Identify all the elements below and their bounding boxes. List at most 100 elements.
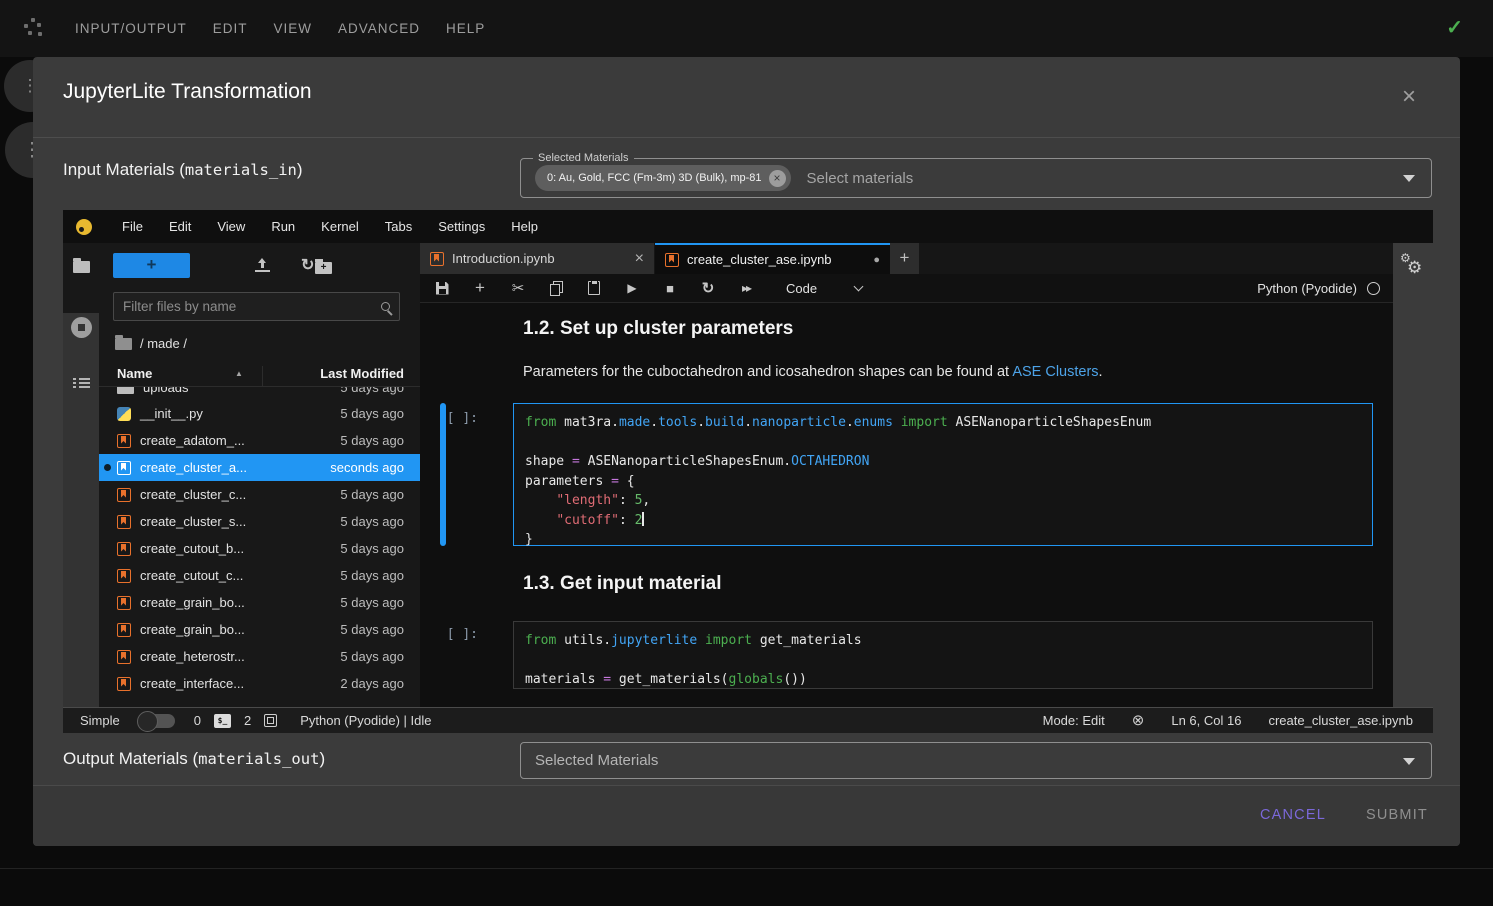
notebook-icon	[117, 650, 131, 664]
dialog-side-strip: ⚙ ⚙	[1393, 243, 1433, 707]
file-row[interactable]: create_cluster_c... 5 days ago	[99, 481, 420, 508]
jmenu-kernel[interactable]: Kernel	[308, 219, 372, 234]
code-cell[interactable]: from utils.jupyterlite import get_materi…	[513, 621, 1373, 689]
file-row[interactable]: create_grain_bo... 5 days ago	[99, 589, 420, 616]
cursor-position[interactable]: Ln 6, Col 16	[1171, 713, 1241, 728]
cut-cell-button[interactable]: ✂	[510, 279, 526, 297]
input-materials-select[interactable]: Selected Materials 0: Au, Gold, FCC (Fm-…	[520, 158, 1432, 198]
cell-type-dropdown[interactable]: Code	[786, 281, 862, 296]
kernel-chip-icon	[264, 714, 277, 727]
file-row[interactable]: uploads 5 days ago	[99, 387, 420, 400]
jmenu-help[interactable]: Help	[498, 219, 551, 234]
output-materials-label: Output Materials (materials_out)	[63, 749, 325, 769]
file-row-selected[interactable]: create_cluster_a... seconds ago	[99, 454, 420, 481]
menu-view[interactable]: VIEW	[274, 21, 313, 36]
edit-mode-indicator: Mode: Edit	[1043, 713, 1105, 728]
app-bar: INPUT/OUTPUT EDIT VIEW ADVANCED HELP ✓	[0, 0, 1493, 57]
field-label: Selected Materials	[533, 152, 634, 165]
file-filter[interactable]	[113, 292, 400, 321]
notebook-icon	[117, 434, 131, 448]
kernel-indicator[interactable]: Python (Pyodide)	[1257, 281, 1393, 296]
copy-cell-button[interactable]	[548, 281, 564, 295]
close-tab-icon[interactable]: ×	[635, 250, 644, 268]
chevron-down-icon[interactable]	[1403, 175, 1415, 182]
notebook-icon	[117, 677, 131, 691]
unsaved-dot-icon[interactable]: ●	[873, 254, 880, 266]
notebook-icon	[117, 515, 131, 529]
kernels-count[interactable]: 2	[244, 713, 251, 728]
file-row[interactable]: create_grain_bo... 5 days ago	[99, 616, 420, 643]
column-last-modified[interactable]: Last Modified	[262, 366, 404, 387]
file-row[interactable]: create_cutout_c... 5 days ago	[99, 562, 420, 589]
check-icon[interactable]: ✓	[1446, 15, 1463, 40]
tab-create-cluster-ase[interactable]: create_cluster_ase.ipynb ●	[655, 243, 890, 274]
running-kernels-tab[interactable]	[63, 317, 99, 338]
file-row[interactable]: create_heterostr... 5 days ago	[99, 643, 420, 670]
breadcrumb[interactable]: / made /	[115, 336, 187, 351]
interrupt-kernel-button[interactable]: ■	[662, 281, 678, 296]
simple-mode-toggle[interactable]	[139, 714, 175, 728]
activity-bar	[63, 243, 99, 707]
sort-asc-icon[interactable]: ▲	[235, 369, 243, 378]
column-name[interactable]: Name	[117, 366, 152, 381]
notebook-icon	[117, 623, 131, 637]
jupyterlite-logo-icon	[76, 219, 92, 235]
jmenu-file[interactable]: File	[109, 219, 156, 234]
app-logo-icon[interactable]	[24, 18, 46, 38]
cancel-button[interactable]: CANCEL	[1260, 807, 1326, 823]
file-filter-input[interactable]	[123, 299, 381, 314]
notebook-icon	[117, 569, 131, 583]
chevron-down-icon[interactable]	[1403, 758, 1415, 765]
upload-icon	[255, 258, 270, 272]
terminal-icon: $_	[214, 714, 231, 728]
kernel-status-text[interactable]: Python (Pyodide) | Idle	[300, 713, 431, 728]
code-cell-active[interactable]: from mat3ra.made.tools.build.nanoparticl…	[513, 403, 1373, 546]
trust-shield-icon[interactable]: ⊗	[1132, 714, 1145, 728]
notebook-icon	[117, 542, 131, 556]
notebook-icon	[430, 252, 444, 266]
menu-edit[interactable]: EDIT	[213, 21, 248, 36]
menu-help[interactable]: HELP	[446, 21, 485, 36]
restart-kernel-button[interactable]: ↻	[700, 279, 716, 297]
save-button[interactable]	[434, 282, 450, 295]
material-chip[interactable]: 0: Au, Gold, FCC (Fm-3m) 3D (Bulk), mp-8…	[535, 165, 791, 191]
refresh-icon: ↻	[301, 257, 314, 274]
new-launcher-button[interactable]: +	[113, 253, 190, 278]
file-row[interactable]: __init__.py 5 days ago	[99, 400, 420, 427]
jmenu-view[interactable]: View	[204, 219, 258, 234]
table-of-contents-tab[interactable]	[63, 377, 99, 389]
notebook-toolbar: + ✂ ▶ ■ ↻ ▸▸ Code Python (Pyodid	[420, 274, 1393, 303]
new-folder-button[interactable]: +	[207, 258, 224, 274]
new-tab-button[interactable]: +	[890, 243, 919, 274]
running-icon	[71, 317, 92, 338]
jmenu-settings[interactable]: Settings	[425, 219, 498, 234]
file-row[interactable]: create_adatom_... 5 days ago	[99, 427, 420, 454]
menu-input-output[interactable]: INPUT/OUTPUT	[75, 21, 187, 36]
ase-clusters-link[interactable]: ASE Clusters	[1012, 364, 1098, 380]
file-row[interactable]: create_cutout_b... 5 days ago	[99, 535, 420, 562]
material-chip-label: 0: Au, Gold, FCC (Fm-3m) 3D (Bulk), mp-8…	[547, 172, 762, 184]
upload-button[interactable]	[255, 258, 270, 275]
add-cell-button[interactable]: +	[472, 278, 488, 298]
file-row[interactable]: create_cluster_s... 5 days ago	[99, 508, 420, 535]
terminals-count[interactable]: 0	[194, 713, 201, 728]
jmenu-edit[interactable]: Edit	[156, 219, 204, 234]
output-materials-select[interactable]: Selected Materials	[520, 742, 1432, 779]
submit-button[interactable]: SUBMIT	[1366, 807, 1428, 823]
file-browser-tab[interactable]	[63, 261, 99, 273]
menu-advanced[interactable]: ADVANCED	[338, 21, 420, 36]
tab-introduction[interactable]: Introduction.ipynb ×	[420, 243, 655, 274]
notebook-icon	[117, 461, 131, 475]
close-icon[interactable]: ×	[1402, 85, 1416, 109]
run-cell-button[interactable]: ▶	[624, 281, 640, 295]
jmenu-tabs[interactable]: Tabs	[372, 219, 425, 234]
settings-gears-button[interactable]: ⚙ ⚙	[1399, 251, 1429, 283]
jupyter-menubar: File Edit View Run Kernel Tabs Settings …	[63, 210, 1433, 243]
paste-cell-button[interactable]	[586, 281, 602, 295]
chip-remove-icon[interactable]: ×	[769, 170, 786, 187]
restart-run-all-button[interactable]: ▸▸	[738, 281, 754, 295]
file-row[interactable]: create_interface... 2 days ago	[99, 670, 420, 697]
jmenu-run[interactable]: Run	[258, 219, 308, 234]
python-file-icon	[117, 407, 131, 421]
refresh-button[interactable]: ↻	[301, 258, 314, 273]
